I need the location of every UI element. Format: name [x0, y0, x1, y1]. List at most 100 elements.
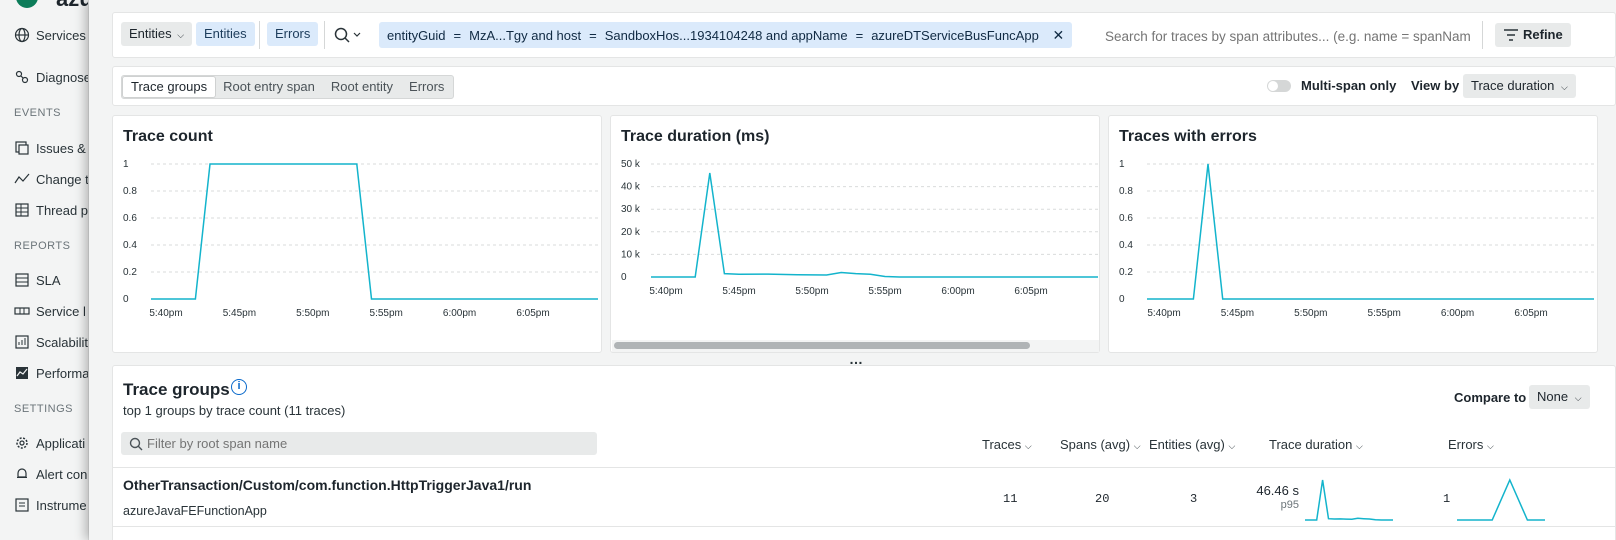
- trace-group-entity[interactable]: azureJavaFEFunctionApp: [123, 504, 267, 518]
- x-tick-label: 6:05pm: [1514, 308, 1547, 319]
- sidebar-item-instrumentation[interactable]: Instrume: [14, 497, 87, 513]
- sidebar-item-change-tracking[interactable]: Change t: [14, 171, 88, 187]
- sidebar-item-label: Scalabilit: [36, 334, 89, 350]
- duration-stat: p95: [1280, 499, 1299, 511]
- chevron-down-icon: ⌵: [1355, 441, 1363, 451]
- entities-chip[interactable]: Entities: [196, 22, 255, 46]
- sidebar-item-label: Diagnose: [36, 69, 89, 85]
- sidebar-item-service-levels[interactable]: Service l: [14, 303, 86, 319]
- sidebar-item-label: Issues &: [36, 140, 86, 156]
- search-icon: [129, 437, 143, 451]
- multispan-toggle[interactable]: [1267, 80, 1291, 92]
- sidebar-item-services[interactable]: Services: [14, 27, 86, 43]
- compare-value: None: [1537, 389, 1569, 404]
- root-span-filter-input[interactable]: [147, 432, 587, 455]
- sidebar-item-thread-profiler[interactable]: Thread p: [14, 202, 88, 218]
- errors-sparkline: [1457, 478, 1545, 521]
- refine-button[interactable]: Refine: [1495, 23, 1571, 47]
- y-tick-label: 1: [123, 159, 129, 170]
- sidebar: azu Services Diagnose EVENTS Issues & Ch…: [0, 0, 89, 540]
- sidebar-item-label: Service l: [36, 303, 86, 319]
- sparkline: [1457, 478, 1545, 521]
- service-levels-icon: [14, 307, 30, 315]
- tab-root-entity[interactable]: Root entity: [323, 77, 401, 97]
- y-tick-label: 1: [1119, 159, 1125, 170]
- close-icon[interactable]: ✕: [1052, 27, 1064, 43]
- x-tick-label: 5:40pm: [649, 286, 682, 297]
- chart-title: Trace count: [123, 128, 213, 145]
- column-header-errors[interactable]: Errors ⌵: [1448, 437, 1494, 452]
- sidebar-item-scalability[interactable]: Scalabilit: [14, 334, 88, 350]
- query-operator: =: [589, 28, 597, 43]
- sidebar-item-label: Services: [36, 27, 86, 43]
- tab-errors[interactable]: Errors: [401, 77, 452, 97]
- column-label: Errors: [1448, 437, 1484, 452]
- x-tick-label: 5:45pm: [223, 308, 256, 319]
- main-content: Entities ⌵ Entities Errors entityGuid = Mz…: [89, 0, 1616, 540]
- chart-traces-with-errors: 0 0.2 0.4 0.6 0.8 1 5:40pm 5:45pm 5:50pm 5:55pm 6:…: [1119, 159, 1594, 319]
- chevron-down-icon: ⌵: [1228, 441, 1236, 451]
- sidebar-item-label: SLA: [36, 272, 61, 288]
- chart-panel-trace-duration: Trace duration (ms) 0 10 k 20 k 30 k 40 k 50 …: [610, 115, 1100, 353]
- x-tick-label: 6:00pm: [1441, 308, 1474, 319]
- table-row[interactable]: OtherTransaction/Custom/com.function.Htt…: [113, 468, 1616, 526]
- x-tick-label: 5:50pm: [795, 286, 828, 297]
- chevron-down-icon: ⌵: [1133, 441, 1141, 451]
- search-icon-dropdown[interactable]: [333, 25, 363, 48]
- sidebar-item-diagnose[interactable]: Diagnose: [14, 69, 89, 85]
- filter-bar: Entities ⌵ Entities Errors entityGuid = Mz…: [112, 12, 1616, 58]
- y-tick-label: 0: [1119, 294, 1125, 305]
- tabs-row: Trace groups Root entry span Root entity…: [112, 66, 1616, 106]
- info-icon[interactable]: i: [231, 379, 247, 395]
- column-header-entities[interactable]: Entities (avg) ⌵: [1149, 437, 1235, 452]
- viewby-label: View by: [1411, 78, 1460, 93]
- sidebar-item-label: Alert con: [36, 466, 88, 482]
- trace-group-name[interactable]: OtherTransaction/Custom/com.function.Htt…: [123, 477, 531, 493]
- chart-scrollbar-thumb[interactable]: [614, 342, 1030, 349]
- globe-icon: [14, 27, 30, 43]
- y-tick-label: 0.2: [123, 267, 137, 278]
- chart-title: Traces with errors: [1119, 128, 1257, 145]
- viewby-dropdown[interactable]: Trace duration ⌵: [1463, 74, 1576, 98]
- errors-value: 1: [1443, 492, 1451, 506]
- divider: [259, 21, 260, 49]
- entities-dropdown-label: Entities: [129, 26, 172, 41]
- entities-dropdown[interactable]: Entities ⌵: [121, 22, 193, 46]
- viewby-value: Trace duration: [1471, 78, 1555, 93]
- compare-dropdown[interactable]: None ⌵: [1529, 385, 1590, 409]
- app-name: azu: [56, 0, 88, 12]
- query-value: MzA...Tgy and host: [469, 28, 582, 43]
- chevron-down-icon: ⌵: [1024, 441, 1032, 451]
- column-header-spans[interactable]: Spans (avg) ⌵: [1060, 437, 1141, 452]
- sidebar-item-issues[interactable]: Issues &: [14, 140, 86, 156]
- sidebar-item-alert-conditions[interactable]: Alert con: [14, 466, 87, 482]
- x-tick-label: 5:50pm: [1294, 308, 1327, 319]
- column-label: Spans (avg): [1060, 437, 1131, 452]
- x-tick-label: 5:40pm: [1147, 308, 1180, 319]
- y-tick-label: 0.4: [123, 240, 137, 251]
- chart-trace-count: 0 0.2 0.4 0.6 0.8 1 5:40pm 5:45pm 5:50pm 5:55pm 6:…: [123, 159, 598, 319]
- sidebar-item-sla[interactable]: SLA: [14, 272, 61, 288]
- root-span-filter[interactable]: [121, 432, 597, 455]
- query-filter-pill[interactable]: entityGuid = MzA...Tgy and host = SandboxHos…: [379, 22, 1073, 48]
- app-logo: [16, 0, 38, 8]
- refine-label: Refine: [1523, 27, 1563, 42]
- column-header-traces[interactable]: Traces ⌵: [982, 437, 1032, 452]
- trace-search-input[interactable]: [1105, 23, 1481, 49]
- series-line: [1147, 163, 1594, 300]
- tab-trace-groups[interactable]: Trace groups: [123, 77, 216, 97]
- y-tick-label: 30 k: [621, 204, 641, 215]
- x-tick-label: 5:55pm: [868, 286, 901, 297]
- tab-root-entry-span[interactable]: Root entry span: [215, 77, 323, 97]
- scalability-icon: [15, 335, 29, 349]
- column-header-trace-duration[interactable]: Trace duration ⌵: [1269, 437, 1363, 452]
- issues-icon: [15, 141, 29, 155]
- sidebar-item-performance[interactable]: Performa: [14, 365, 88, 381]
- sidebar-item-application[interactable]: Applicati: [14, 435, 85, 451]
- query-value: SandboxHos...1934104248 and appName: [604, 28, 848, 43]
- thread-profiler-icon: [15, 203, 29, 217]
- y-tick-label: 0.8: [1119, 186, 1133, 197]
- sidebar-item-label: Thread p: [36, 202, 89, 218]
- column-label: Entities (avg): [1149, 437, 1225, 452]
- errors-chip[interactable]: Errors: [267, 22, 319, 46]
